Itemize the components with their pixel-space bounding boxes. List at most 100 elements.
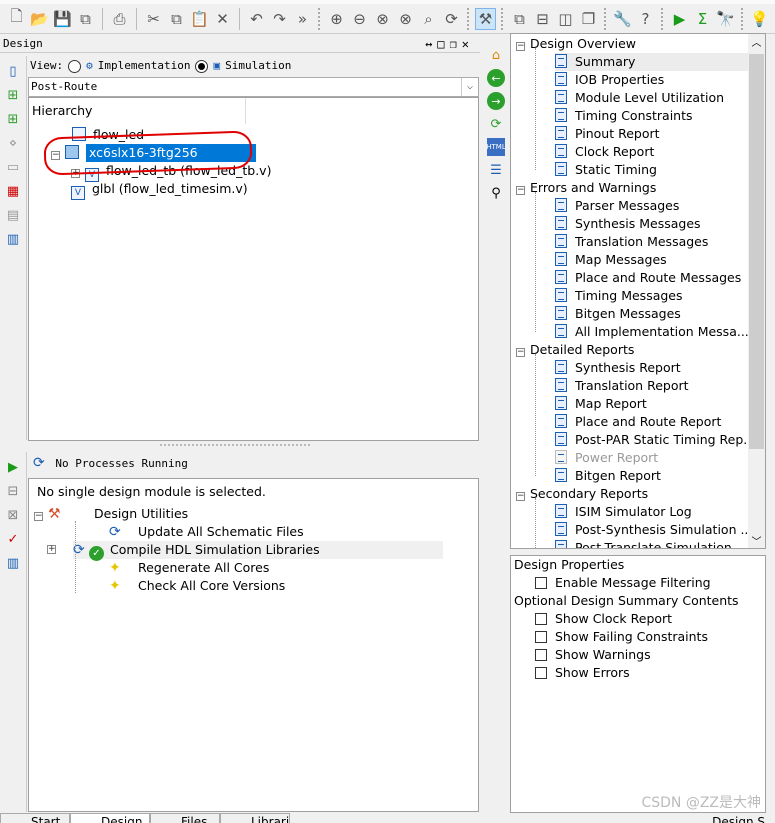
process-item[interactable]: ⟳ Update All Schematic Files: [109, 523, 304, 541]
property-checkbox-row[interactable]: Enable Message Filtering: [535, 574, 711, 592]
process-item[interactable]: ✦ Regenerate All Cores: [109, 559, 269, 577]
report-item[interactable]: Power Report: [555, 449, 748, 467]
help-pointer-icon[interactable]: ?: [635, 8, 656, 30]
report-item[interactable]: All Implementation Messa...: [555, 323, 749, 341]
report-item[interactable]: Map Report: [555, 395, 748, 413]
report-item[interactable]: Post-PAR Static Timing Rep...: [555, 431, 755, 449]
cut-icon[interactable]: ✂: [143, 8, 164, 30]
zoom-in-icon[interactable]: ⊕: [326, 8, 347, 30]
binoculars-icon[interactable]: ⚲: [487, 184, 505, 202]
rerun-all-icon[interactable]: ⊠: [4, 506, 22, 524]
property-checkbox-row[interactable]: Show Clock Report: [535, 610, 672, 628]
report-item[interactable]: Place and Route Report: [555, 413, 748, 431]
property-checkbox-row[interactable]: Show Warnings: [535, 646, 651, 664]
save-icon[interactable]: 💾: [52, 8, 73, 30]
process-item[interactable]: + ⟳ ✓ Compile HDL Simulation Libraries: [47, 541, 443, 561]
refresh-icon[interactable]: ⟳: [441, 8, 462, 30]
property-checkbox-row[interactable]: Show Failing Constraints: [535, 628, 708, 646]
hammer-icon[interactable]: ⚒: [475, 7, 496, 30]
report-item[interactable]: Post-Synthesis Simulation ...: [555, 521, 752, 539]
report-item[interactable]: Translation Messages: [555, 233, 748, 251]
panel-layout-icon[interactable]: ▥: [4, 230, 22, 248]
redo-icon[interactable]: ↷: [269, 8, 290, 30]
html-icon[interactable]: HTML: [486, 138, 506, 156]
report-item[interactable]: Timing Constraints: [555, 107, 748, 125]
report-item[interactable]: Bitgen Messages: [555, 305, 748, 323]
collapse-icon[interactable]: −: [516, 186, 525, 195]
panel-layout-icon[interactable]: ▥: [4, 554, 22, 572]
report-item[interactable]: Synthesis Messages: [555, 215, 748, 233]
close-icon[interactable]: ✕: [462, 37, 474, 51]
report-item[interactable]: Clock Report: [555, 143, 748, 161]
report-item[interactable]: Map Messages: [555, 251, 748, 269]
tab-start[interactable]: Start: [0, 813, 70, 823]
lightbulb-icon[interactable]: 💡: [749, 8, 770, 30]
report-item[interactable]: ISIM Simulator Log: [555, 503, 748, 521]
report-item[interactable]: Pinout Report: [555, 125, 748, 143]
zoom-out-icon[interactable]: ⊖: [349, 8, 370, 30]
report-item[interactable]: Timing Messages: [555, 287, 748, 305]
tab-libraries[interactable]: Libraries: [220, 813, 290, 823]
report-item[interactable]: Bitgen Report: [555, 467, 748, 485]
wrench-icon[interactable]: 🔧: [612, 8, 633, 30]
zoom-fit-icon[interactable]: ⊗: [372, 8, 393, 30]
process-check-icon[interactable]: ✓: [4, 530, 22, 548]
properties-icon[interactable]: ▤: [4, 206, 22, 224]
scroll-up-icon[interactable]: ︿: [748, 34, 765, 49]
scroll-down-icon[interactable]: ﹀: [748, 533, 765, 548]
checkbox[interactable]: [535, 631, 547, 643]
chip-check-icon[interactable]: ▦: [4, 182, 22, 200]
report-item[interactable]: Post-Translate Simulation ...: [555, 539, 748, 548]
report-section[interactable]: − Errors and Warnings: [516, 179, 656, 197]
process-item[interactable]: − ⚒ Design Utilities: [34, 505, 188, 523]
new-source-icon[interactable]: ▯: [4, 62, 22, 80]
module-icon[interactable]: ⋄: [4, 134, 22, 152]
view-dropdown[interactable]: Post-Route ⌵: [28, 77, 479, 97]
back-icon[interactable]: ←: [487, 69, 505, 87]
copy-icon[interactable]: ⧉: [166, 8, 187, 30]
report-item[interactable]: Translation Report: [555, 377, 748, 395]
process-item[interactable]: ✦ Check All Core Versions: [109, 577, 285, 595]
report-item[interactable]: IOB Properties: [555, 71, 748, 89]
home-icon[interactable]: ⌂: [487, 46, 505, 64]
property-checkbox-row[interactable]: Show Errors: [535, 664, 630, 682]
report-item[interactable]: Module Level Utilization: [555, 89, 748, 107]
remove-source-icon[interactable]: ▭: [4, 158, 22, 176]
cascade-icon[interactable]: ⧉: [509, 8, 530, 30]
move-icon[interactable]: ↔: [425, 37, 437, 51]
collapse-icon[interactable]: −: [516, 348, 525, 357]
checkbox[interactable]: [535, 649, 547, 661]
collapse-icon[interactable]: −: [34, 512, 43, 521]
scrollbar[interactable]: ︿ ﹀: [748, 34, 765, 548]
new-file-icon[interactable]: 🗋: [6, 7, 27, 30]
rerun-icon[interactable]: ⊟: [4, 482, 22, 500]
expand-icon[interactable]: +: [47, 545, 56, 554]
implementation-label[interactable]: Implementation: [98, 57, 191, 75]
telescope-icon[interactable]: 🔭: [715, 8, 736, 30]
report-item[interactable]: Static Timing: [555, 161, 748, 179]
checkbox[interactable]: [535, 613, 547, 625]
toolbar-overflow-button[interactable]: »: [292, 8, 313, 30]
delete-icon[interactable]: ✕: [212, 8, 233, 30]
tab-design[interactable]: Design: [70, 813, 150, 823]
undo-icon[interactable]: ↶: [246, 8, 267, 30]
collapse-icon[interactable]: −: [516, 492, 525, 501]
report-section[interactable]: − Detailed Reports: [516, 341, 634, 359]
tile-horizontal-icon[interactable]: ⊟: [532, 8, 553, 30]
collapse-icon[interactable]: −: [516, 42, 525, 51]
open-folder-icon[interactable]: 📂: [29, 8, 50, 30]
save-all-icon[interactable]: ⧉: [75, 8, 96, 30]
checklist-icon[interactable]: ☰: [487, 161, 505, 179]
splitter[interactable]: [160, 444, 310, 446]
simulation-label[interactable]: Simulation: [225, 57, 291, 75]
report-item[interactable]: Parser Messages: [555, 197, 748, 215]
checkbox[interactable]: [535, 577, 547, 589]
print-icon[interactable]: ⎙: [109, 8, 130, 30]
implementation-radio[interactable]: [68, 59, 82, 73]
restore-icon[interactable]: ❐: [450, 37, 462, 51]
sigma-icon[interactable]: Σ: [692, 8, 713, 30]
report-item[interactable]: Synthesis Report: [555, 359, 748, 377]
zoom-full-icon[interactable]: ⊗: [395, 8, 416, 30]
scrollbar-thumb[interactable]: [749, 54, 764, 449]
paste-icon[interactable]: 📋: [189, 8, 210, 30]
